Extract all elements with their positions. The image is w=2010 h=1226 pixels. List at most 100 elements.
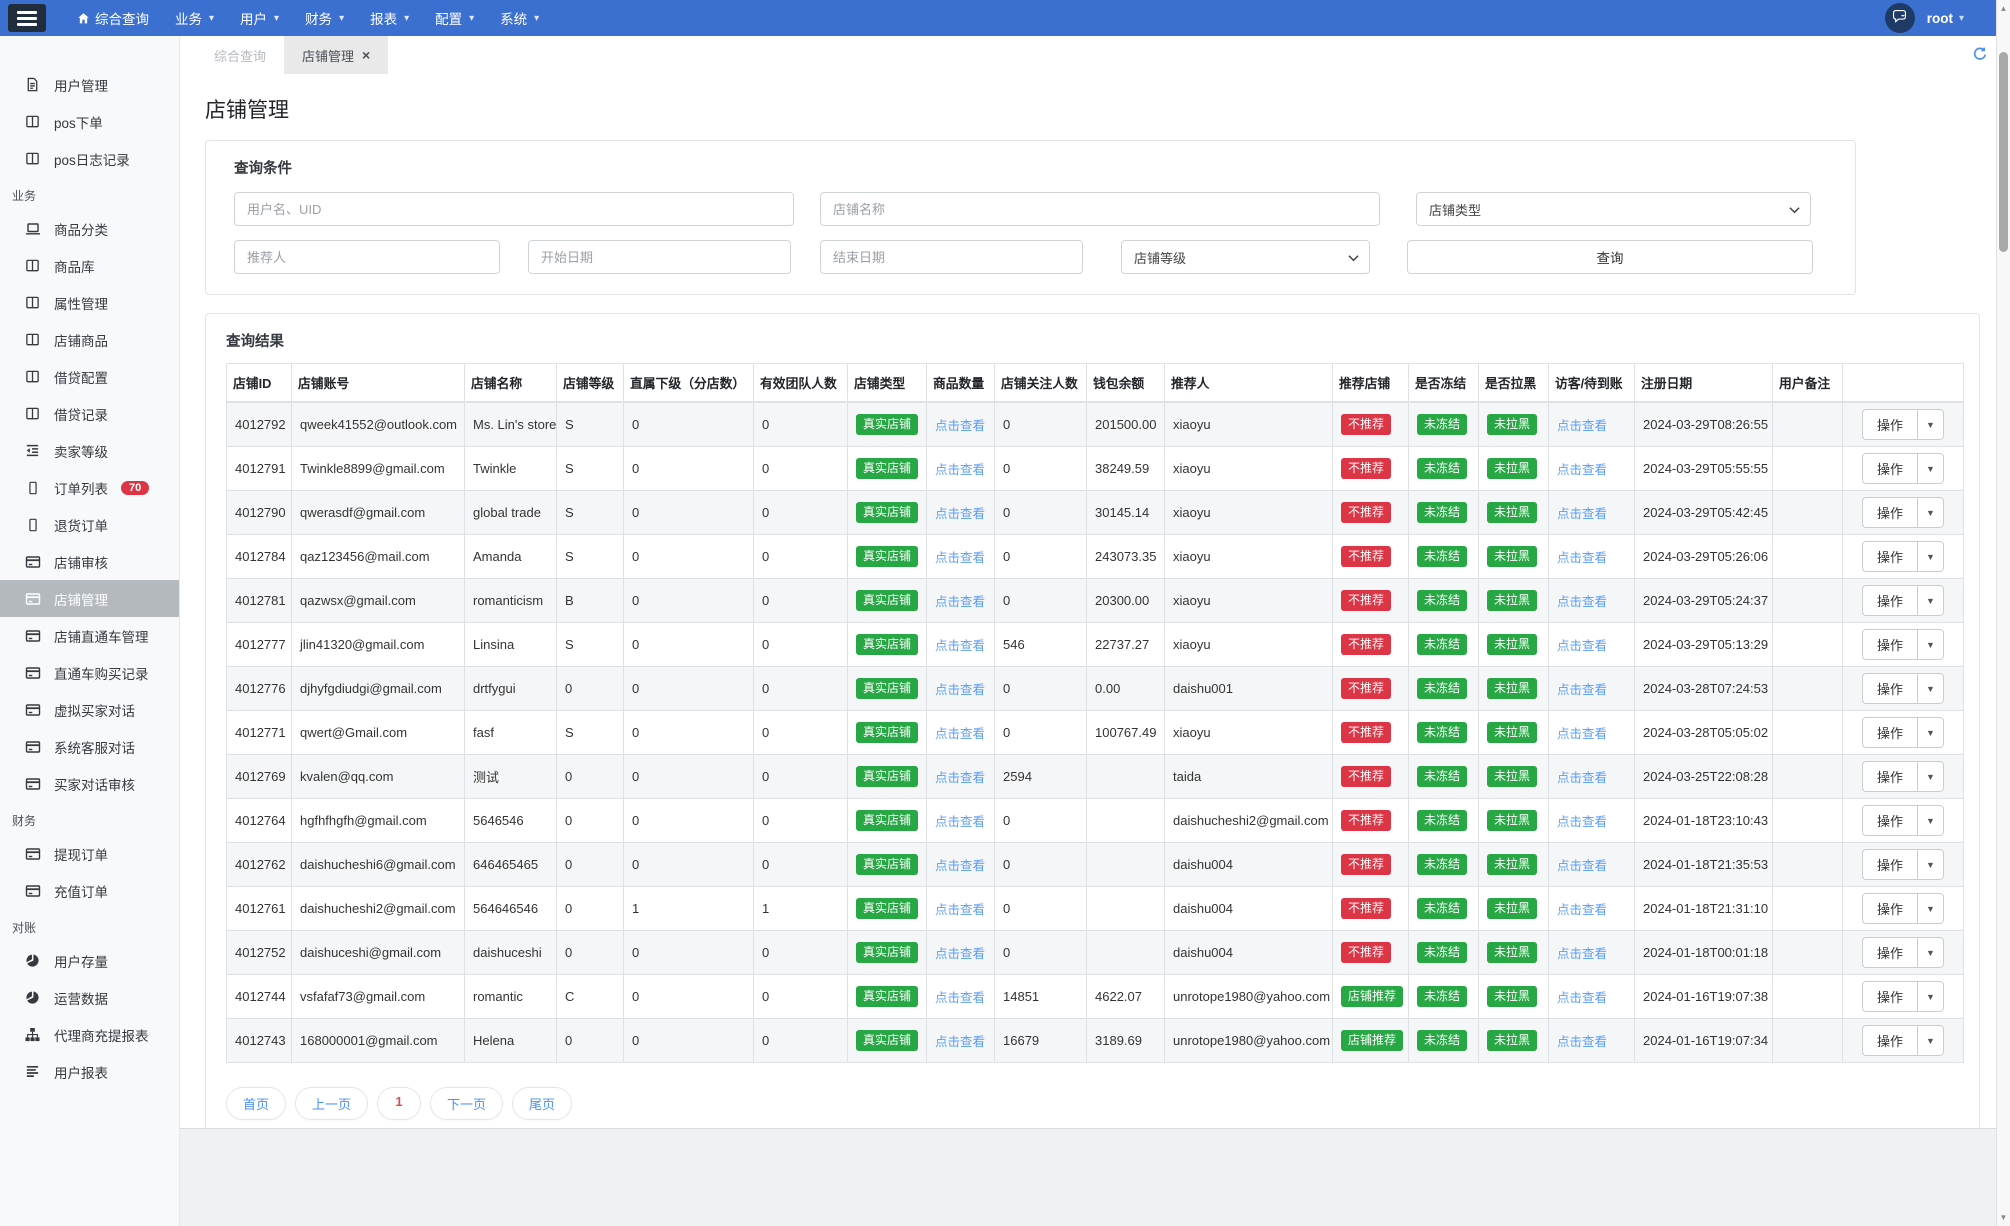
sidebar-item-virtual-buyer-chat[interactable]: 虚拟买家对话 xyxy=(0,691,179,728)
action-caret-button[interactable]: ▼ xyxy=(1918,541,1944,572)
goods-view-link[interactable]: 点击查看 xyxy=(935,771,985,785)
store-type-select[interactable]: 店铺类型 xyxy=(1416,192,1811,226)
tab-store-management[interactable]: 店铺管理 × xyxy=(284,36,389,74)
hamburger-menu-button[interactable] xyxy=(8,4,46,32)
action-button[interactable]: 操作 xyxy=(1862,849,1919,880)
visitor-view-link[interactable]: 点击查看 xyxy=(1557,771,1607,785)
sidebar-item-store-goods[interactable]: 店铺商品 xyxy=(0,321,179,358)
nav-item-system[interactable]: 系统 ▾ xyxy=(487,0,552,36)
action-caret-button[interactable]: ▼ xyxy=(1918,717,1944,748)
scrollbar-thumb[interactable] xyxy=(1999,52,2008,252)
scrollbar[interactable]: ▲ ▼ xyxy=(1996,0,2010,1226)
goods-view-link[interactable]: 点击查看 xyxy=(935,507,985,521)
action-button[interactable]: 操作 xyxy=(1862,761,1919,792)
visitor-view-link[interactable]: 点击查看 xyxy=(1557,595,1607,609)
chat-button[interactable] xyxy=(1884,3,1915,33)
sidebar-item-store-management[interactable]: 店铺管理 xyxy=(0,580,179,617)
visitor-view-link[interactable]: 点击查看 xyxy=(1557,463,1607,477)
sidebar-item-goods-category[interactable]: 商品分类 xyxy=(0,210,179,247)
visitor-view-link[interactable]: 点击查看 xyxy=(1557,991,1607,1005)
sidebar-item-system-service-chat[interactable]: 系统客服对话 xyxy=(0,728,179,765)
pagination-first[interactable]: 首页 xyxy=(226,1087,287,1120)
goods-view-link[interactable]: 点击查看 xyxy=(935,463,985,477)
action-button[interactable]: 操作 xyxy=(1862,805,1919,836)
action-button[interactable]: 操作 xyxy=(1862,409,1919,440)
action-button[interactable]: 操作 xyxy=(1862,585,1919,616)
sidebar-item-goods-library[interactable]: 商品库 xyxy=(0,247,179,284)
visitor-view-link[interactable]: 点击查看 xyxy=(1557,727,1607,741)
sidebar-item-pos-log[interactable]: pos日志记录 xyxy=(0,140,179,177)
visitor-view-link[interactable]: 点击查看 xyxy=(1557,903,1607,917)
visitor-view-link[interactable]: 点击查看 xyxy=(1557,1035,1607,1049)
sidebar-item-recharge-order[interactable]: 充值订单 xyxy=(0,872,179,909)
sidebar-item-user-stock[interactable]: 用户存量 xyxy=(0,942,179,979)
start-date-input[interactable] xyxy=(528,240,791,274)
sidebar-item-loan-record[interactable]: 借贷记录 xyxy=(0,395,179,432)
action-caret-button[interactable]: ▼ xyxy=(1918,673,1944,704)
sidebar-item-user-report[interactable]: 用户报表 xyxy=(0,1053,179,1090)
action-button[interactable]: 操作 xyxy=(1862,937,1919,968)
goods-view-link[interactable]: 点击查看 xyxy=(935,815,985,829)
goods-view-link[interactable]: 点击查看 xyxy=(935,991,985,1005)
sidebar-item-buyer-chat-audit[interactable]: 买家对话审核 xyxy=(0,765,179,802)
user-menu[interactable]: root ▾ xyxy=(1927,11,1964,26)
action-button[interactable]: 操作 xyxy=(1862,673,1919,704)
sidebar-item-user-management[interactable]: 用户管理 xyxy=(0,66,179,103)
action-button[interactable]: 操作 xyxy=(1862,453,1919,484)
referrer-input[interactable] xyxy=(234,240,500,274)
visitor-view-link[interactable]: 点击查看 xyxy=(1557,639,1607,653)
sidebar-item-operation-data[interactable]: 运营数据 xyxy=(0,979,179,1016)
nav-item-user[interactable]: 用户 ▾ xyxy=(227,0,292,36)
goods-view-link[interactable]: 点击查看 xyxy=(935,683,985,697)
goods-view-link[interactable]: 点击查看 xyxy=(935,419,985,433)
sidebar-item-train-purchase-record[interactable]: 直通车购买记录 xyxy=(0,654,179,691)
store-name-input[interactable] xyxy=(820,192,1380,226)
pagination-prev[interactable]: 上一页 xyxy=(295,1087,369,1120)
action-caret-button[interactable]: ▼ xyxy=(1918,937,1944,968)
action-caret-button[interactable]: ▼ xyxy=(1918,849,1944,880)
action-caret-button[interactable]: ▼ xyxy=(1918,761,1944,792)
visitor-view-link[interactable]: 点击查看 xyxy=(1557,947,1607,961)
sidebar-item-pos-order[interactable]: pos下单 xyxy=(0,103,179,140)
action-button[interactable]: 操作 xyxy=(1862,981,1919,1012)
sidebar-item-withdraw-order[interactable]: 提现订单 xyxy=(0,835,179,872)
visitor-view-link[interactable]: 点击查看 xyxy=(1557,859,1607,873)
goods-view-link[interactable]: 点击查看 xyxy=(935,903,985,917)
sidebar-item-attribute-management[interactable]: 属性管理 xyxy=(0,284,179,321)
nav-item-report[interactable]: 报表 ▾ xyxy=(357,0,422,36)
action-caret-button[interactable]: ▼ xyxy=(1918,805,1944,836)
scroll-down-icon[interactable]: ▼ xyxy=(1997,1213,2010,1222)
goods-view-link[interactable]: 点击查看 xyxy=(935,595,985,609)
action-button[interactable]: 操作 xyxy=(1862,1025,1919,1056)
action-button[interactable]: 操作 xyxy=(1862,893,1919,924)
action-caret-button[interactable]: ▼ xyxy=(1918,893,1944,924)
action-caret-button[interactable]: ▼ xyxy=(1918,585,1944,616)
action-button[interactable]: 操作 xyxy=(1862,541,1919,572)
sidebar-item-agent-report[interactable]: 代理商充提报表 xyxy=(0,1016,179,1053)
action-caret-button[interactable]: ▼ xyxy=(1918,981,1944,1012)
pagination-last[interactable]: 尾页 xyxy=(512,1087,573,1120)
store-level-select[interactable]: 店铺等级 xyxy=(1121,240,1370,274)
username-uid-input[interactable] xyxy=(234,192,794,226)
nav-item-general-query[interactable]: 综合查询 xyxy=(64,0,162,36)
action-caret-button[interactable]: ▼ xyxy=(1918,629,1944,660)
action-button[interactable]: 操作 xyxy=(1862,629,1919,660)
sidebar-item-loan-config[interactable]: 借贷配置 xyxy=(0,358,179,395)
query-button[interactable]: 查询 xyxy=(1407,240,1813,274)
visitor-view-link[interactable]: 点击查看 xyxy=(1557,815,1607,829)
sidebar-item-store-train-management[interactable]: 店铺直通车管理 xyxy=(0,617,179,654)
end-date-input[interactable] xyxy=(820,240,1083,274)
action-caret-button[interactable]: ▼ xyxy=(1918,453,1944,484)
goods-view-link[interactable]: 点击查看 xyxy=(935,947,985,961)
visitor-view-link[interactable]: 点击查看 xyxy=(1557,683,1607,697)
action-caret-button[interactable]: ▼ xyxy=(1918,1025,1944,1056)
nav-item-business[interactable]: 业务 ▾ xyxy=(162,0,227,36)
nav-item-finance[interactable]: 财务 ▾ xyxy=(292,0,357,36)
nav-item-config[interactable]: 配置 ▾ xyxy=(422,0,487,36)
goods-view-link[interactable]: 点击查看 xyxy=(935,859,985,873)
visitor-view-link[interactable]: 点击查看 xyxy=(1557,419,1607,433)
tab-general-query[interactable]: 综合查询 xyxy=(196,36,284,74)
refresh-icon[interactable] xyxy=(1972,46,1988,62)
visitor-view-link[interactable]: 点击查看 xyxy=(1557,507,1607,521)
scroll-up-icon[interactable]: ▲ xyxy=(1997,4,2010,13)
